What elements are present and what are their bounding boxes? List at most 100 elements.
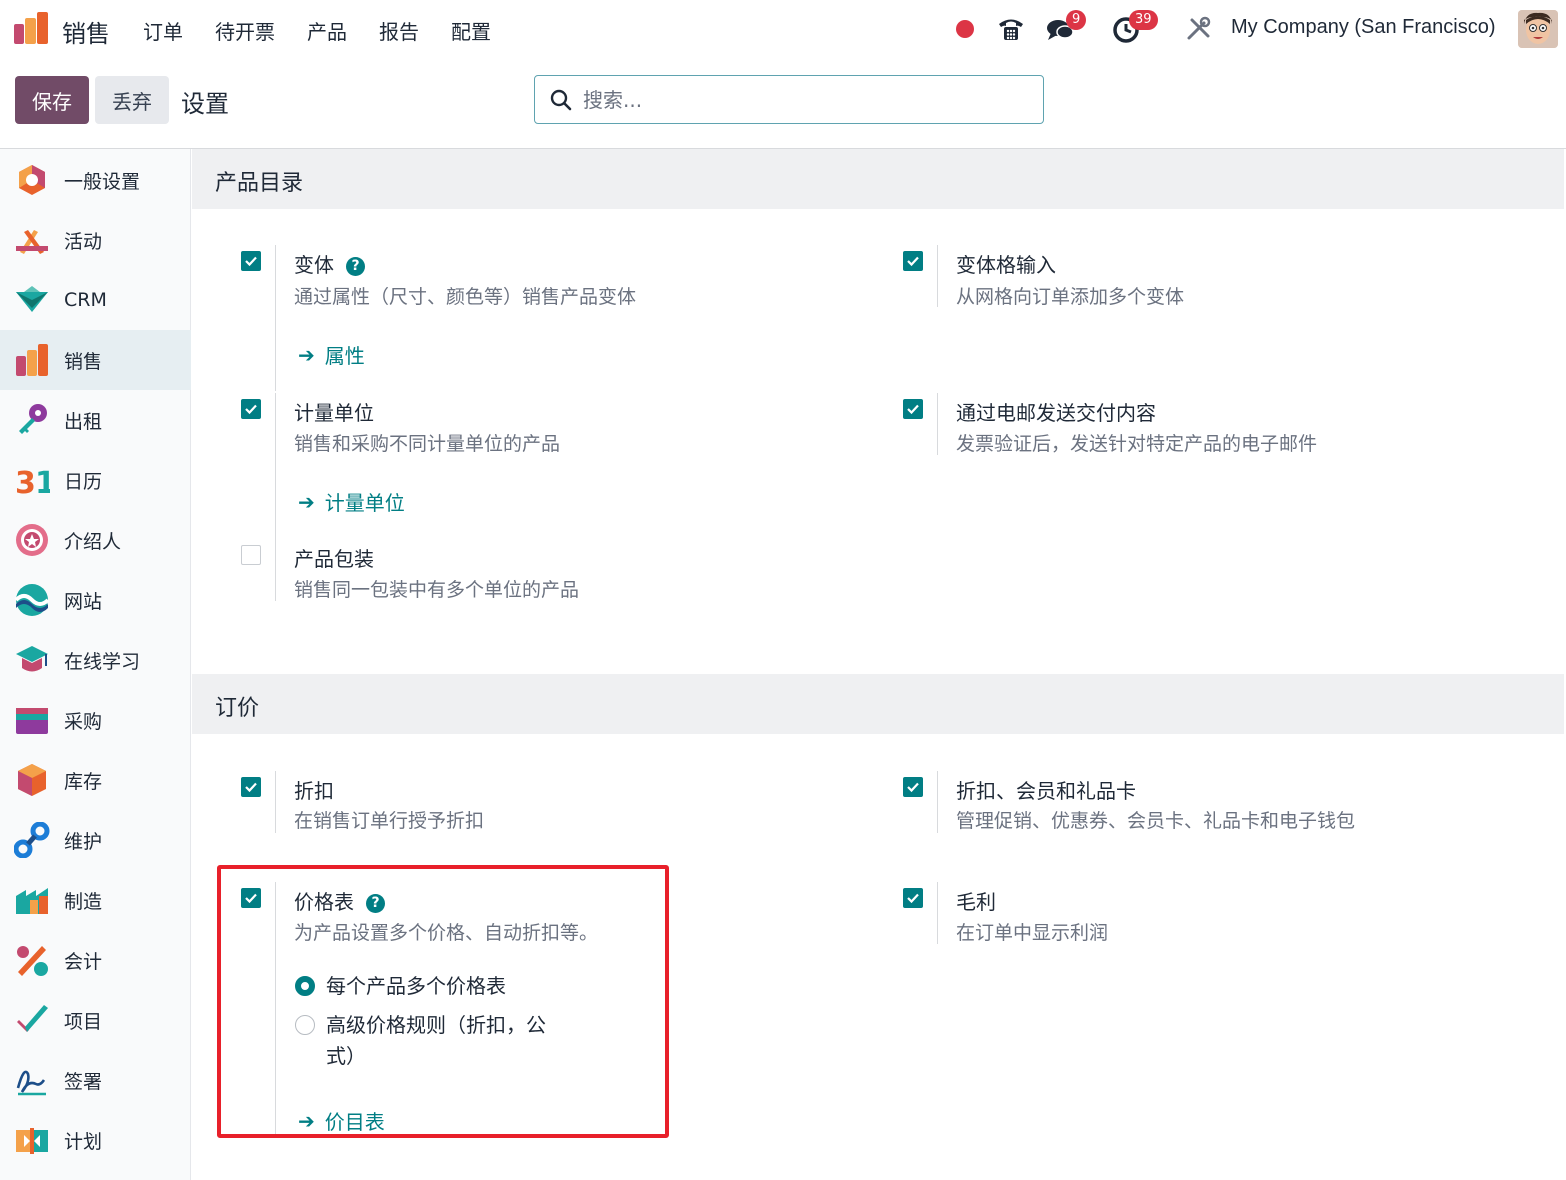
sidebar-item-label: 计划 bbox=[64, 1130, 103, 1153]
discounts-checkbox[interactable] bbox=[241, 777, 261, 797]
attributes-link[interactable]: ➔ 属性 bbox=[298, 340, 365, 369]
sidebar-item-general-settings[interactable]: 一般设置 bbox=[0, 150, 191, 210]
discounts-description: 在销售订单行授予折扣 bbox=[294, 810, 485, 832]
highlight-annotation-box bbox=[217, 865, 669, 1138]
recording-indicator-icon[interactable] bbox=[956, 20, 974, 38]
svg-text:3: 3 bbox=[15, 466, 36, 498]
help-icon[interactable]: ? bbox=[346, 257, 365, 276]
sidebar-item-label: 出租 bbox=[64, 410, 103, 433]
sidebar-item-referral[interactable]: 介绍人 bbox=[0, 510, 191, 570]
sidebar-item-label: 一般设置 bbox=[64, 170, 141, 193]
calendar-icon: 3 1 bbox=[15, 466, 50, 498]
discard-button[interactable]: 丢弃 bbox=[95, 76, 169, 124]
sidebar-item-label: CRM bbox=[64, 289, 107, 311]
margins-title: 毛利 bbox=[956, 890, 996, 914]
user-avatar[interactable] bbox=[1518, 10, 1558, 48]
elearning-icon bbox=[16, 646, 48, 672]
sidebar-item-label: 销售 bbox=[64, 350, 103, 373]
purchase-icon bbox=[16, 708, 48, 734]
sales-app-icon[interactable] bbox=[12, 10, 50, 46]
save-button[interactable]: 保存 bbox=[15, 76, 89, 124]
accounting-icon bbox=[17, 946, 48, 976]
email-delivery-title: 通过电邮发送交付内容 bbox=[956, 401, 1156, 425]
setting-divider bbox=[275, 771, 276, 833]
loyalty-title: 折扣、会员和礼品卡 bbox=[956, 779, 1136, 803]
sidebar-item-label: 项目 bbox=[64, 1010, 103, 1033]
margins-description: 在订单中显示利润 bbox=[956, 922, 1109, 944]
uom-link[interactable]: ➔ 计量单位 bbox=[298, 487, 405, 516]
sales-icon bbox=[16, 344, 48, 376]
maintenance-icon bbox=[14, 822, 50, 858]
sidebar-item-rental[interactable]: 出租 bbox=[0, 390, 191, 450]
main-menu: 订单 待开票 产品 报告 配置 bbox=[143, 16, 523, 45]
grid-entry-checkbox[interactable] bbox=[903, 251, 923, 271]
sidebar-item-inventory[interactable]: 库存 bbox=[0, 750, 191, 810]
planning-icon bbox=[16, 1128, 48, 1154]
sidebar-item-label: 介绍人 bbox=[64, 530, 122, 553]
inventory-icon bbox=[18, 764, 46, 796]
menu-item-reporting[interactable]: 报告 bbox=[379, 16, 419, 45]
project-icon bbox=[17, 1005, 48, 1032]
sidebar-item-manufacturing[interactable]: 制造 bbox=[0, 870, 191, 930]
search-input[interactable] bbox=[583, 84, 1023, 116]
sidebar-item-sales[interactable]: 销售 bbox=[0, 330, 191, 390]
section-title: 订价 bbox=[215, 696, 260, 721]
sidebar-item-crm[interactable]: CRM bbox=[0, 270, 191, 330]
variants-checkbox[interactable] bbox=[241, 251, 261, 271]
sidebar-item-purchase[interactable]: 采购 bbox=[0, 690, 191, 750]
sidebar-item-label: 活动 bbox=[64, 230, 103, 253]
sidebar-item-label: 维护 bbox=[64, 830, 103, 853]
crm-icon bbox=[16, 286, 48, 312]
breadcrumb: 设置 bbox=[181, 90, 229, 118]
phone-icon[interactable] bbox=[996, 14, 1026, 44]
sidebar-item-label: 日历 bbox=[64, 470, 103, 493]
sidebar-item-planning[interactable]: 计划 bbox=[0, 1110, 191, 1170]
website-icon bbox=[14, 584, 50, 616]
section-title: 产品目录 bbox=[215, 171, 304, 196]
sidebar-item-sign[interactable]: 签署 bbox=[0, 1050, 191, 1110]
variants-description: 通过属性（尺寸、颜色等）销售产品变体 bbox=[294, 286, 637, 308]
sidebar-item-project[interactable]: 项目 bbox=[0, 990, 191, 1050]
chat-badge: 9 bbox=[1066, 10, 1087, 30]
sidebar-item-website[interactable]: 网站 bbox=[0, 570, 191, 630]
loyalty-checkbox[interactable] bbox=[903, 777, 923, 797]
sidebar-item-calendar[interactable]: 3 1 日历 bbox=[0, 450, 191, 510]
email-delivery-checkbox[interactable] bbox=[903, 399, 923, 419]
sidebar-item-maintenance[interactable]: 维护 bbox=[0, 810, 191, 870]
packaging-title: 产品包装 bbox=[294, 547, 374, 571]
menu-item-products[interactable]: 产品 bbox=[307, 16, 347, 45]
grid-entry-title: 变体格输入 bbox=[956, 253, 1056, 277]
loyalty-description: 管理促销、优惠券、会员卡、礼品卡和电子钱包 bbox=[956, 810, 1356, 832]
debug-tools-icon[interactable] bbox=[1184, 14, 1214, 44]
sidebar-item-activity[interactable]: 活动 bbox=[0, 210, 191, 270]
section-header-pricing: 订价 bbox=[192, 674, 1564, 734]
variants-title: 变体? bbox=[294, 249, 365, 278]
arrow-right-icon: ➔ bbox=[298, 489, 315, 514]
menu-item-configuration[interactable]: 配置 bbox=[451, 16, 491, 45]
uom-description: 销售和采购不同计量单位的产品 bbox=[294, 433, 561, 455]
packaging-checkbox[interactable] bbox=[241, 545, 261, 565]
sidebar-item-label: 采购 bbox=[64, 710, 103, 733]
activity-icon bbox=[16, 230, 48, 254]
sidebar-item-label: 会计 bbox=[64, 950, 103, 973]
sidebar-item-label: 库存 bbox=[64, 770, 103, 793]
margins-checkbox[interactable] bbox=[903, 888, 923, 908]
setting-divider bbox=[937, 882, 938, 944]
sidebar-item-label: 网站 bbox=[64, 590, 103, 613]
menu-item-orders[interactable]: 订单 bbox=[143, 16, 183, 45]
uom-checkbox[interactable] bbox=[241, 399, 261, 419]
sidebar-item-accounting[interactable]: 会计 bbox=[0, 930, 191, 990]
setting-divider bbox=[937, 771, 938, 833]
sidebar-item-label: 制造 bbox=[64, 890, 103, 913]
company-switcher[interactable]: My Company (San Francisco) bbox=[1231, 16, 1496, 39]
search-icon bbox=[550, 89, 572, 111]
manufacturing-icon bbox=[16, 888, 48, 914]
menu-item-to-invoice[interactable]: 待开票 bbox=[215, 16, 275, 45]
app-name[interactable]: 销售 bbox=[62, 14, 110, 49]
sidebar-item-label: 签署 bbox=[64, 1070, 103, 1093]
top-navbar: 销售 订单 待开票 产品 报告 配置 9 39 My Company (San … bbox=[0, 0, 1566, 60]
packaging-description: 销售同一包装中有多个单位的产品 bbox=[294, 579, 580, 601]
setting-divider bbox=[937, 245, 938, 307]
sidebar-item-elearning[interactable]: 在线学习 bbox=[0, 630, 191, 690]
search-bar[interactable] bbox=[534, 75, 1044, 124]
